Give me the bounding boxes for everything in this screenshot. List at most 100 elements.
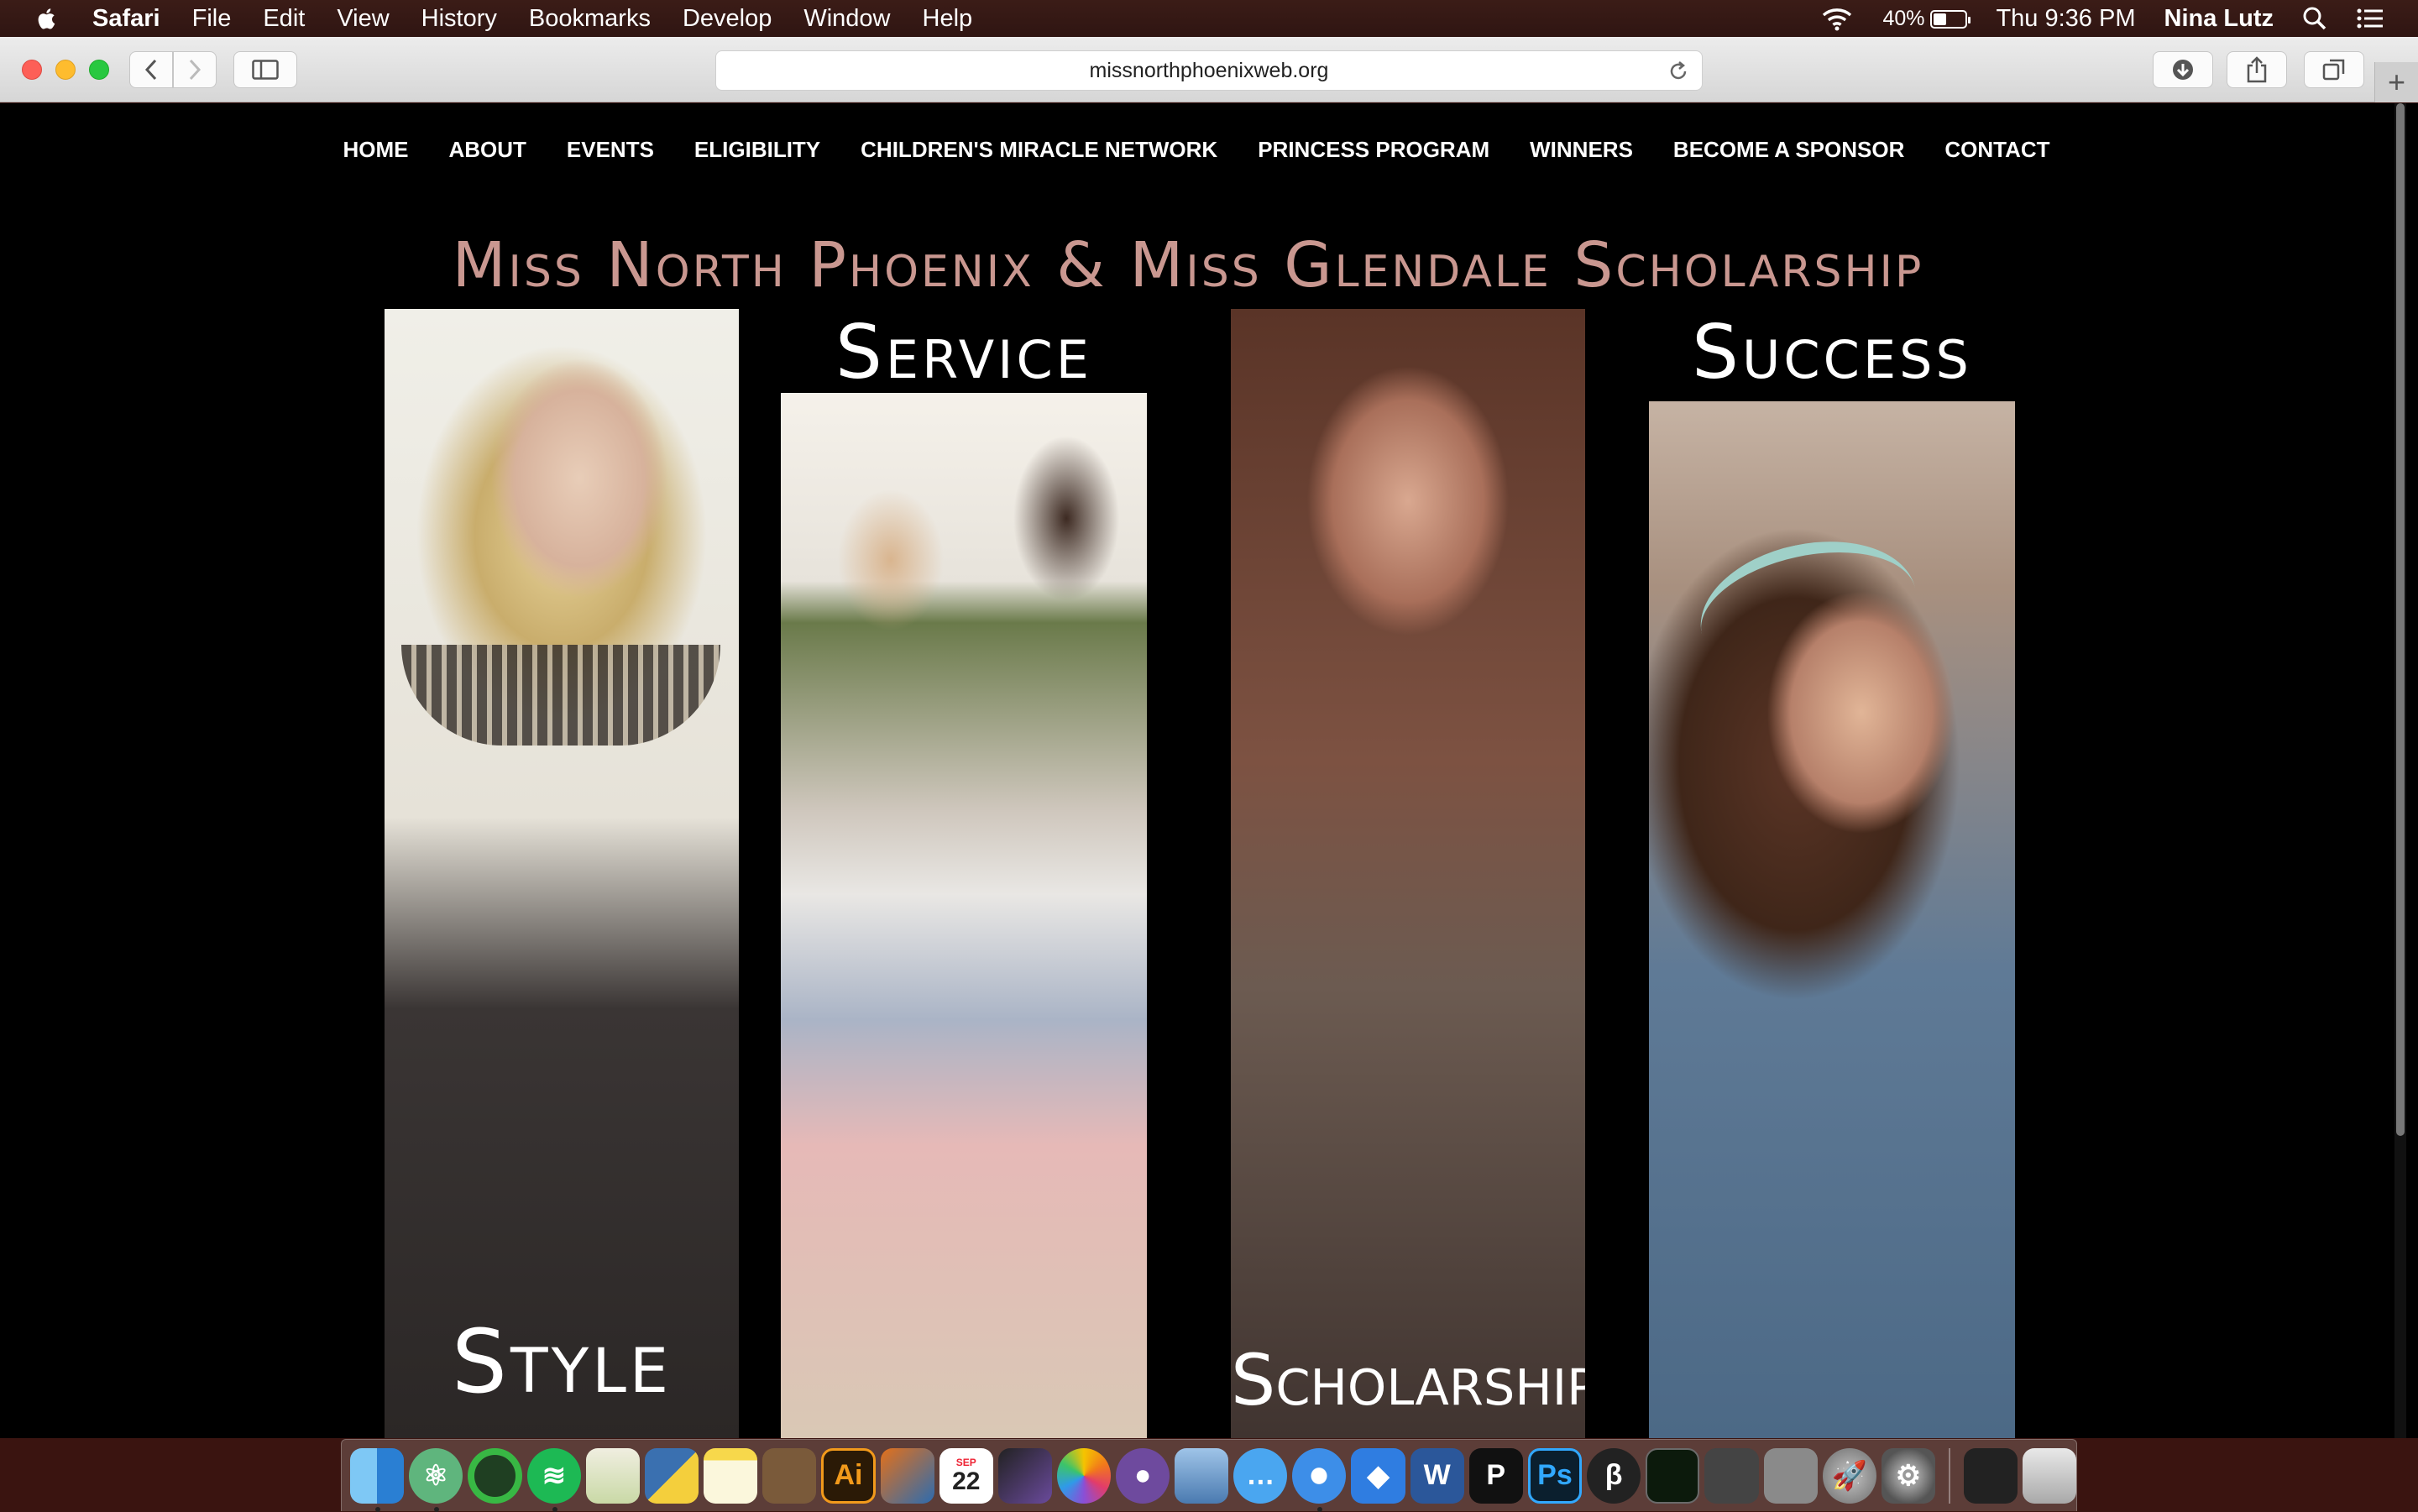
battery-percent[interactable]: 40% <box>1882 6 1971 31</box>
reload-icon[interactable] <box>1667 60 1690 83</box>
menu-window[interactable]: Window <box>803 5 890 33</box>
calendar-icon[interactable]: SEP 22 <box>939 1447 993 1504</box>
atom-icon[interactable]: ⚛ <box>409 1447 463 1512</box>
pandora-icon[interactable]: P <box>1468 1447 1523 1504</box>
messages-icon[interactable]: … <box>1233 1447 1288 1504</box>
banner-panel-scholarship: Scholarship <box>1231 309 1585 1438</box>
menu-file[interactable]: File <box>192 5 232 33</box>
scrollbar-thumb[interactable] <box>2396 103 2405 1136</box>
banner-word-service: Service <box>835 309 1092 395</box>
banner-panel-style: Style <box>385 309 739 1438</box>
minimize-window-button[interactable] <box>55 60 76 80</box>
menu-history[interactable]: History <box>421 5 497 33</box>
back-button[interactable] <box>129 51 173 88</box>
menu-help[interactable]: Help <box>923 5 973 33</box>
nav-events[interactable]: EVENTS <box>567 137 654 163</box>
system-preferences-icon[interactable]: ⚙ <box>1881 1447 1935 1504</box>
final-cut-icon[interactable] <box>997 1447 1052 1504</box>
close-window-button[interactable] <box>22 60 42 80</box>
launchpad-icon[interactable]: 🚀 <box>1822 1447 1876 1504</box>
word-icon[interactable]: W <box>1410 1447 1464 1504</box>
github-icon[interactable]: ● <box>1116 1447 1170 1504</box>
tabs-overview-icon <box>2322 59 2345 81</box>
wifi-icon[interactable] <box>1820 6 1854 31</box>
address-bar[interactable]: missnorthphoenixweb.org <box>715 50 1703 91</box>
spotify-icon[interactable]: ≋ <box>526 1447 581 1512</box>
url-text: missnorthphoenixweb.org <box>1089 58 1329 82</box>
nav-childrens-miracle-network[interactable]: CHILDREN'S MIRACLE NETWORK <box>861 137 1217 163</box>
spotlight-search-icon[interactable] <box>2302 6 2327 31</box>
nav-contact[interactable]: CONTACT <box>1944 137 2049 163</box>
illustrator-icon[interactable]: Ai <box>821 1447 876 1504</box>
dock-separator <box>1948 1447 1950 1504</box>
site-navigation: HOME ABOUT EVENTS ELIGIBILITY CHILDREN'S… <box>0 103 2393 196</box>
dock: ⚛ ≋ Ai SEP 22 ● … ◆ W P Ps β 🚀 ⚙ <box>341 1439 2077 1512</box>
nav-winners[interactable]: WINNERS <box>1530 137 1633 163</box>
safari-icon[interactable] <box>1292 1447 1347 1512</box>
terminal-icon[interactable] <box>1963 1447 2018 1504</box>
pixelmator-icon[interactable] <box>762 1447 817 1504</box>
dropbox-icon[interactable]: ◆ <box>1351 1447 1405 1504</box>
necklace-shape <box>401 645 720 746</box>
safari-toolbar: missnorthphoenixweb.org + <box>0 37 2418 102</box>
downloads-button[interactable] <box>2153 51 2213 88</box>
phabricator-icon[interactable]: β <box>1587 1447 1641 1504</box>
menu-develop[interactable]: Develop <box>683 5 772 33</box>
battery-icon <box>1930 9 1971 29</box>
matlab-icon[interactable] <box>880 1447 934 1504</box>
menu-app-safari[interactable]: Safari <box>92 5 160 33</box>
nav-become-a-sponsor[interactable]: BECOME A SPONSOR <box>1673 137 1904 163</box>
wip-icon[interactable] <box>1704 1447 1759 1504</box>
chevron-left-icon <box>144 59 157 81</box>
photos-icon[interactable] <box>1056 1447 1112 1504</box>
activity-ring-icon[interactable] <box>468 1447 522 1504</box>
calendar-day: 22 <box>952 1467 981 1495</box>
service-photo <box>781 393 1147 1438</box>
activity-monitor-icon[interactable] <box>1646 1447 1700 1504</box>
sidebar-icon <box>252 60 279 80</box>
apple-icon[interactable] <box>34 5 60 32</box>
finder-icon[interactable] <box>350 1447 405 1512</box>
notes-icon[interactable] <box>704 1447 758 1504</box>
download-icon <box>2173 60 2193 80</box>
page-scrollbar[interactable] <box>2394 103 2406 1438</box>
zoom-window-button[interactable] <box>89 60 109 80</box>
banner-word-scholarship: Scholarship <box>1231 1339 1585 1421</box>
installer-icon[interactable] <box>1763 1447 1818 1504</box>
show-tabs-button[interactable] <box>2304 51 2364 88</box>
share-icon <box>2247 56 2267 83</box>
preview-icon[interactable] <box>585 1447 640 1504</box>
banner-collage: Style Service Scholarship Success <box>344 309 2049 1438</box>
new-tab-button[interactable]: + <box>2374 62 2418 102</box>
python-icon[interactable] <box>645 1447 699 1504</box>
user-name[interactable]: Nina Lutz <box>2164 5 2274 33</box>
menu-bookmarks[interactable]: Bookmarks <box>529 5 651 33</box>
share-button[interactable] <box>2227 51 2287 88</box>
calendar-month: SEP <box>955 1456 976 1468</box>
menu-edit[interactable]: Edit <box>263 5 305 33</box>
nav-princess-program[interactable]: PRINCESS PROGRAM <box>1258 137 1489 163</box>
photoshop-icon[interactable]: Ps <box>1527 1447 1583 1504</box>
nav-about[interactable]: ABOUT <box>448 137 526 163</box>
nav-home[interactable]: HOME <box>343 137 408 163</box>
banner-panel-success: Success <box>1649 309 2015 1438</box>
web-page: HOME ABOUT EVENTS ELIGIBILITY CHILDREN'S… <box>0 103 2418 1438</box>
battery-percent-text: 40% <box>1882 6 1925 30</box>
banner-panel-service: Service <box>781 309 1147 1438</box>
banner-word-success: Success <box>1692 309 1972 395</box>
status-area: 40% Thu 9:36 PM Nina Lutz <box>1820 0 2384 37</box>
clock[interactable]: Thu 9:36 PM <box>1996 5 2135 33</box>
sidebar-toggle-button[interactable] <box>233 51 297 88</box>
xcode-preview-icon[interactable] <box>1175 1447 1229 1504</box>
notification-center-icon[interactable] <box>2356 7 2384 30</box>
menu-view[interactable]: View <box>337 5 389 33</box>
headband-shape <box>1688 522 1929 700</box>
success-photo <box>1649 401 2015 1438</box>
chevron-right-icon <box>189 59 202 81</box>
banner-word-style: Style <box>452 1311 672 1413</box>
trash-icon[interactable] <box>2022 1447 2077 1504</box>
nav-eligibility[interactable]: ELIGIBILITY <box>694 137 820 163</box>
plus-icon: + <box>2387 65 2406 99</box>
menu-bar: Safari File Edit View History Bookmarks … <box>0 0 2418 37</box>
forward-button[interactable] <box>173 51 217 88</box>
